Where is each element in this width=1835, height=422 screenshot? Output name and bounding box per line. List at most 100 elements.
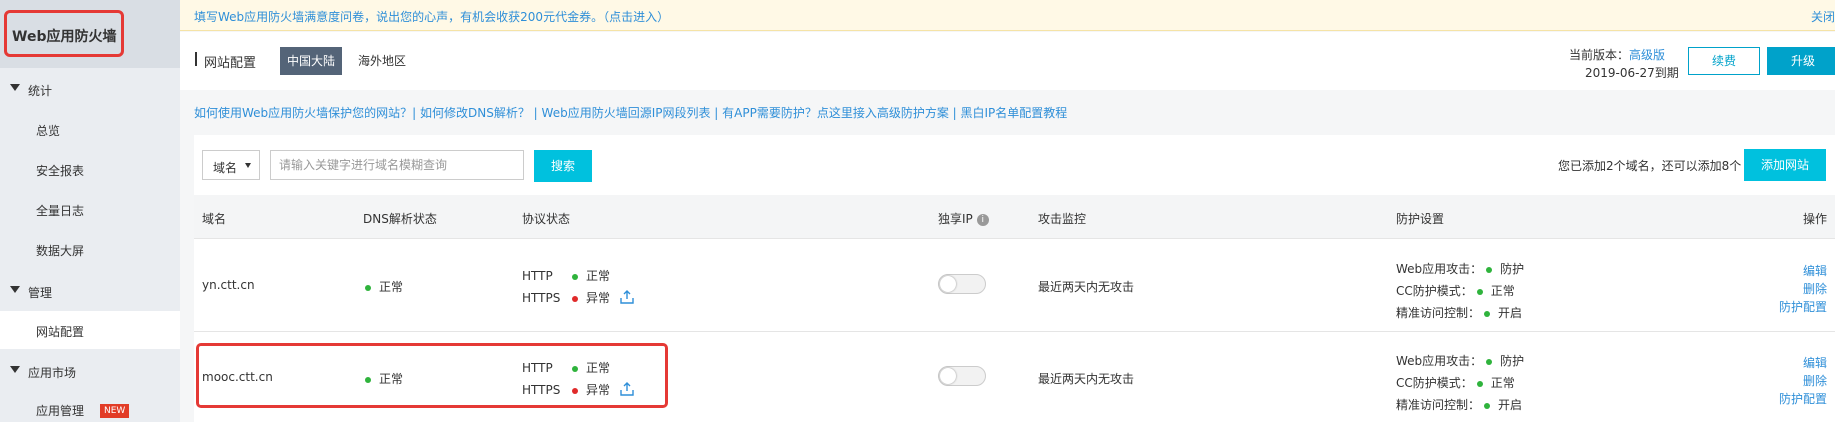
col-dedicated-ip-label: 独享IP [938,212,973,226]
title-marker [195,52,197,66]
sidebar-item-label: 总览 [36,124,61,138]
sidebar-group-market[interactable]: 应用市场 [0,356,180,386]
status-ok-dot [1484,310,1491,317]
sidebar-group-label: 统计 [28,84,53,98]
highlight-box-title [4,10,124,57]
table-header: 域名 DNS解析状态 协议状态 独享IP i 攻击监控 防护设置 操作 [194,195,1835,239]
edit-link[interactable]: 编辑 [1803,262,1827,279]
sidebar-item-site-config[interactable]: 网站配置 [0,311,180,349]
domain-search-input[interactable] [270,150,524,180]
protection-label: CC防护模式： [1396,284,1473,298]
protection-config-link[interactable]: 防护配置 [1779,390,1827,407]
protection-web: Web应用攻击： 防护 [1396,260,1524,277]
protocol-label: HTTP [522,269,553,283]
page-title: 网站配置 [204,56,257,71]
protection-cc: CC防护模式： 正常 [1396,282,1515,299]
highlight-box-row [196,343,668,408]
upgrade-button[interactable]: 升级 [1767,47,1835,75]
sidebar-item-full-logs[interactable]: 全量日志 [0,190,180,228]
protection-acl: 精准访问控制： 开启 [1396,304,1522,321]
sidebar-group-label: 应用市场 [28,366,77,380]
protection-value: 开启 [1498,398,1523,412]
sidebar-item-security-report[interactable]: 安全报表 [0,150,180,188]
delete-link[interactable]: 删除 [1803,372,1827,389]
dedicated-ip-toggle[interactable] [938,274,986,294]
help-links[interactable]: 如何使用Web应用防火墙保护您的网站？| 如何修改DNS解析？ | Web应用防… [194,104,1067,121]
col-actions: 操作 [1802,212,1827,226]
dedicated-ip-toggle[interactable] [938,366,986,386]
protocol-status-text: 异常 [586,291,611,305]
edit-link[interactable]: 编辑 [1803,354,1827,371]
col-dns-status: DNS解析状态 [363,212,437,226]
notice-close-link[interactable]: 关闭 [1811,8,1835,25]
upload-certificate-icon[interactable] [620,290,634,307]
notice-bar: 填写Web应用防火墙满意度问卷，说出您的心声，有机会收获200元代金券。（点击进… [180,0,1835,31]
status-error-dot [572,295,578,302]
protection-value: 防护 [1500,354,1525,368]
sidebar-item-app-manage[interactable]: 应用管理 NEW [0,390,180,422]
dns-status-text: 正常 [379,280,404,294]
col-protection-settings: 防护设置 [1396,212,1445,226]
status-ok-dot [1486,358,1493,365]
toggle-knob [940,368,956,384]
protection-value: 正常 [1490,376,1515,390]
protection-value: 防护 [1500,262,1525,276]
domain-count-text: 您已添加2个域名，还可以添加8个 [1558,159,1742,173]
search-field-select[interactable]: 域名 [202,150,260,180]
status-ok-dot [1476,288,1483,295]
protection-label: Web应用攻击： [1396,262,1483,276]
caret-down-icon [10,366,20,373]
protection-value: 开启 [1498,306,1523,320]
https-status: HTTPS 异常 [522,289,634,307]
info-icon[interactable]: i [976,213,989,226]
tab-mainland-china[interactable]: 中国大陆 [280,47,342,75]
protection-cc: CC防护模式： 正常 [1396,374,1515,391]
sidebar-item-label: 网站配置 [36,325,85,339]
status-ok-dot [1484,402,1491,409]
sidebar-group-label: 管理 [28,286,53,300]
domain-name: yn.ctt.cn [202,278,255,292]
tab-overseas[interactable]: 海外地区 [358,47,406,75]
protection-settings: Web应用攻击： 防护 CC防护模式： 正常 精准访问控制： 开启 [1396,260,1596,320]
protection-label: 精准访问控制： [1396,398,1481,412]
search-button[interactable]: 搜索 [534,150,592,182]
protection-value: 正常 [1490,284,1515,298]
protection-web: Web应用攻击： 防护 [1396,352,1524,369]
version-link[interactable]: 高级版 [1629,48,1665,62]
expiry-date: 2019-06-27到期 [1585,66,1679,80]
protection-label: 精准访问控制： [1396,306,1481,320]
status-ok-dot [1476,380,1483,387]
sidebar-item-overview[interactable]: 总览 [0,110,180,148]
http-status: HTTP 正常 [522,267,610,284]
protection-label: Web应用攻击： [1396,354,1483,368]
protection-acl: 精准访问控制： 开启 [1396,396,1522,413]
col-attack-monitor: 攻击监控 [1038,212,1087,226]
sidebar-item-label: 安全报表 [36,164,85,178]
attack-monitor-text: 最近两天内无攻击 [1038,372,1135,386]
table-row: yn.ctt.cn 正常 HTTP 正常 HTTPS 异常 最近两天内无攻击 Web… [194,240,1835,332]
version-info: 当前版本：高级版 [1569,46,1665,63]
sidebar: Web应用防火墙 统计 总览 安全报表 全量日志 数据大屏 管理 网站配置 应用… [0,0,180,422]
protocol-status-text: 正常 [586,269,611,283]
dropdown-arrow-icon [245,163,251,168]
sidebar-group-stats[interactable]: 统计 [0,74,180,104]
sidebar-item-dashboard[interactable]: 数据大屏 [0,230,180,268]
sidebar-header: Web应用防火墙 [0,0,180,68]
caret-down-icon [10,84,20,91]
delete-link[interactable]: 删除 [1803,280,1827,297]
protection-config-link[interactable]: 防护配置 [1779,298,1827,315]
status-ok-dot [572,273,578,280]
caret-down-icon [10,286,20,293]
survey-notice-link[interactable]: 填写Web应用防火墙满意度问卷，说出您的心声，有机会收获200元代金券。（点击进… [194,8,669,25]
status-ok-dot [365,284,371,291]
toggle-knob [940,276,956,292]
status-ok-dot [1486,266,1493,273]
attack-monitor-text: 最近两天内无攻击 [1038,280,1135,294]
version-label: 当前版本： [1569,48,1630,62]
col-dedicated-ip: 独享IP i [938,210,989,227]
add-website-button[interactable]: 添加网站 [1744,149,1826,181]
protection-settings: Web应用攻击： 防护 CC防护模式： 正常 精准访问控制： 开启 [1396,352,1596,412]
sidebar-group-manage[interactable]: 管理 [0,276,180,306]
protection-label: CC防护模式： [1396,376,1473,390]
renew-button[interactable]: 续费 [1688,47,1760,75]
